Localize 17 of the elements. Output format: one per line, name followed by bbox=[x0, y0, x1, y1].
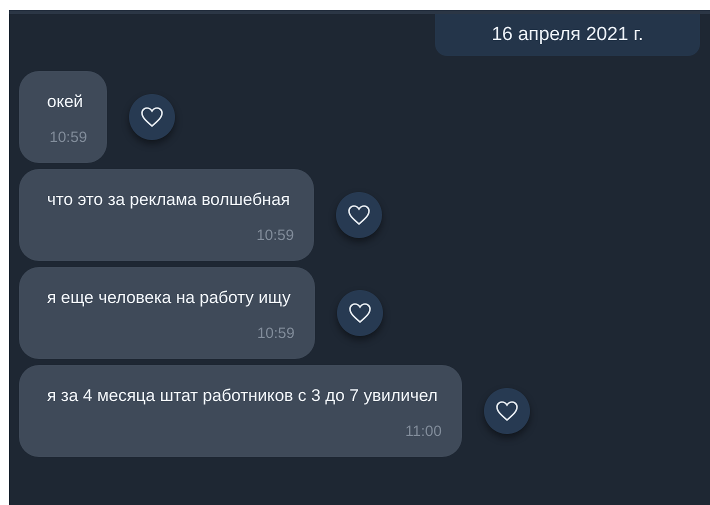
message-text: я еще человека на работу ищу bbox=[47, 287, 292, 309]
message-time: 10:59 bbox=[50, 128, 88, 148]
message-time: 10:59 bbox=[256, 226, 294, 246]
message-text: окей bbox=[47, 91, 84, 113]
heart-icon bbox=[346, 204, 371, 226]
heart-icon bbox=[348, 302, 372, 324]
message-time: 10:59 bbox=[257, 324, 295, 344]
reaction-button[interactable] bbox=[129, 94, 176, 140]
heart-icon bbox=[494, 400, 519, 422]
message-time: 11:00 bbox=[405, 422, 442, 442]
reaction-button[interactable] bbox=[336, 290, 383, 336]
heart-icon bbox=[140, 106, 164, 128]
message-text: что это за реклама волшебная bbox=[47, 189, 291, 211]
message-text: я за 4 месяца штат работников с 3 до 7 увиличел bbox=[47, 385, 439, 407]
reaction-button[interactable] bbox=[484, 388, 530, 434]
date-badge: 16 апреля 2021 г. bbox=[435, 14, 700, 56]
reaction-button[interactable] bbox=[336, 192, 382, 238]
